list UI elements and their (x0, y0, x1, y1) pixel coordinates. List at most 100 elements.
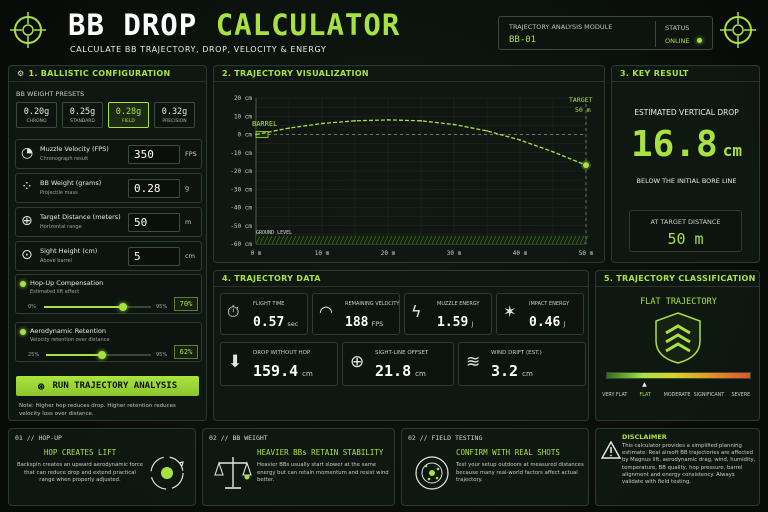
data-card-unit: cm (522, 370, 533, 378)
y-tick-label: -40 cm (230, 205, 252, 212)
data-card: ✶ IMPACT ENERGY 0.46 J (496, 293, 584, 335)
app-subtitle: CALCULATE BB TRAJECTORY, DROP, VELOCITY … (70, 45, 327, 54)
preset-button[interactable]: 0.20g CHRONO (16, 102, 57, 128)
field-sub: Chronograph result (40, 156, 89, 162)
panel-title: 5. TRAJECTORY CLASSIFICATION (604, 274, 756, 283)
data-card: ◠ REMAINING VELOCITY 188 FPS (312, 293, 400, 335)
data-card: ⊕ SIGHT-LINE OFFSET 21.8 cm (342, 342, 454, 386)
x-tick-label: 10 m (315, 250, 330, 257)
preset-button[interactable]: 0.32g PRECISION (154, 102, 195, 128)
drop-value-group: 16.8 cm (612, 124, 761, 165)
preset-name: PRECISION (162, 119, 187, 124)
panel-title: 1. BALLISTIC CONFIGURATION (28, 69, 171, 78)
crosshair-right-icon (720, 12, 756, 48)
aero-fill (46, 354, 102, 356)
target-board-icon (415, 456, 449, 490)
status-label: STATUS (665, 24, 690, 32)
drop-value: 16.8 (630, 124, 718, 165)
run-analysis-button[interactable]: ⊛ RUN TRAJECTORY ANALYSIS (16, 376, 199, 396)
impact-icon: ✶ (503, 302, 517, 321)
preset-value: 0.20g (23, 107, 50, 117)
config-field-row: ◔ Muzzle Velocity (FPS) Chronograph result… (15, 139, 202, 169)
data-card-unit: cm (302, 370, 313, 378)
field-input[interactable]: 50 (128, 213, 180, 232)
config-note: Note: Higher hop reduces drop. Higher re… (19, 403, 176, 417)
chevron-badge-icon (655, 312, 701, 364)
target-distance-label: 50 m (575, 106, 591, 114)
panel-header: 3. KEY RESULT (612, 66, 759, 82)
data-card-label: REMAINING VELOCITY (345, 301, 400, 307)
data-card: ⏱ FLIGHT TIME 0.57 sec (220, 293, 308, 335)
field-unit: m (185, 218, 192, 226)
trajectory-point (486, 129, 488, 132)
crosshair-icon: ⊕ (350, 352, 365, 372)
hopup-track[interactable] (44, 303, 151, 311)
field-unit: g (185, 184, 190, 192)
hopup-thumb[interactable] (118, 303, 127, 311)
info-card-tag: 02 // BB WEIGHT (209, 434, 268, 442)
bb-weight-icon: ⁘ (21, 179, 33, 195)
data-card-label: FLIGHT TIME (253, 301, 285, 307)
data-card-label: WIND DRIFT (EST.) (491, 350, 542, 356)
data-card-value-group: 3.2 cm (491, 361, 533, 380)
field-input[interactable]: 0.28 (128, 179, 180, 198)
data-card: ⬇ DROP WITHOUT HOP 159.4 cm (220, 342, 338, 386)
trajectory-point (519, 139, 521, 141)
drop-unit: cm (722, 141, 743, 160)
trajectory-data-panel: 4. TRAJECTORY DATA ⏱ FLIGHT TIME 0.57 sec ◠ R… (213, 270, 589, 421)
panel-title: 2. TRAJECTORY VISUALIZATION (222, 69, 369, 78)
data-card-value: 3.2 (491, 362, 519, 380)
field-input[interactable]: 5 (128, 247, 180, 266)
preset-button[interactable]: 0.25g STANDARD (62, 102, 103, 128)
hopup-bullet-icon (20, 281, 26, 287)
panel-header: 2. TRAJECTORY VISUALIZATION (214, 66, 604, 82)
x-tick-label: 0 m (251, 250, 262, 257)
field-sub: Horizontal range (40, 224, 82, 230)
lightning-icon: ϟ (411, 302, 422, 321)
y-tick-label: -10 cm (230, 150, 252, 157)
aero-control: Aerodynamic Retention Velocity retention… (15, 322, 202, 362)
x-tick-label: 40 m (513, 250, 528, 257)
info-card-title: HEAVIER BBs RETAIN STABILITY (257, 448, 384, 457)
preset-name: FIELD (122, 119, 135, 124)
module-box: TRAJECTORY ANALYSIS MODULE BB-01 STATUS … (498, 16, 713, 50)
module-label: TRAJECTORY ANALYSIS MODULE (509, 23, 613, 31)
data-card-unit: J (471, 320, 474, 328)
title-part-2: CALCULATOR (215, 8, 401, 42)
config-field-row: ⁘ BB Weight (grams) Projectile mass 0.28 g (15, 173, 202, 203)
data-card-value: 159.4 (253, 362, 299, 380)
data-card-unit: sec (287, 320, 299, 328)
config-field-row: ⊕ Target Distance (meters) Horizontal rang… (15, 207, 202, 237)
field-sub: Above barrel (40, 258, 72, 264)
hopup-spin-icon (150, 456, 184, 490)
title-part-1: BB DROP (68, 8, 198, 42)
hopup-label: Hop-Up Compensation (30, 279, 104, 287)
x-tick-label: 20 m (381, 250, 396, 257)
data-card-value-group: 1.59 J (437, 311, 473, 330)
config-field-row: ⊙ Sight Height (cm) Above barrel 5 cm (15, 241, 202, 271)
data-card-value-group: 159.4 cm (253, 361, 313, 380)
classification-panel: 5. TRAJECTORY CLASSIFICATION FLAT TRAJEC… (595, 270, 760, 421)
scale-label: SEVERE (731, 393, 751, 398)
field-input[interactable]: 350 (128, 145, 180, 164)
y-tick-label: 0 cm (238, 132, 253, 139)
preset-button[interactable]: 0.28g FIELD (108, 102, 149, 128)
data-card-label: MUZZLE ENERGY (437, 301, 480, 307)
x-tick-label: 50 m (579, 250, 594, 257)
panel-title: 4. TRAJECTORY DATA (222, 274, 321, 283)
trajectory-point (552, 150, 554, 153)
gear-icon: ⚙ (17, 69, 25, 78)
data-card-unit: cm (415, 370, 426, 378)
hopup-min: 0% (28, 304, 36, 310)
aero-track[interactable] (46, 351, 151, 359)
panel-header: 4. TRAJECTORY DATA (214, 271, 588, 287)
at-target-box: AT TARGET DISTANCE 50 m (629, 210, 742, 252)
aero-thumb[interactable] (97, 351, 106, 359)
hopup-value: 70% (174, 297, 198, 311)
target-icon: ⊕ (21, 213, 33, 229)
field-unit: FPS (185, 150, 197, 158)
y-tick-label: 20 cm (234, 95, 252, 102)
data-card-value: 188 (345, 315, 369, 330)
y-tick-label: -20 cm (230, 168, 252, 175)
panel-header: ⚙ 1. BALLISTIC CONFIGURATION (9, 66, 206, 82)
